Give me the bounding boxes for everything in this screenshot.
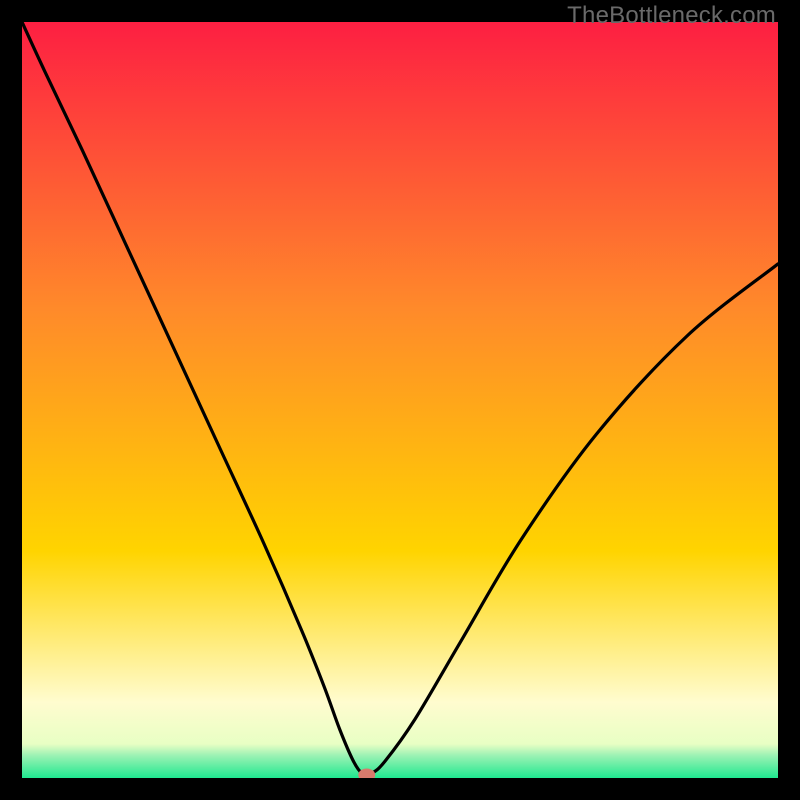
bottleneck-chart — [22, 22, 778, 778]
chart-frame — [22, 22, 778, 778]
gradient-background — [22, 22, 778, 778]
watermark-text: TheBottleneck.com — [567, 2, 776, 30]
